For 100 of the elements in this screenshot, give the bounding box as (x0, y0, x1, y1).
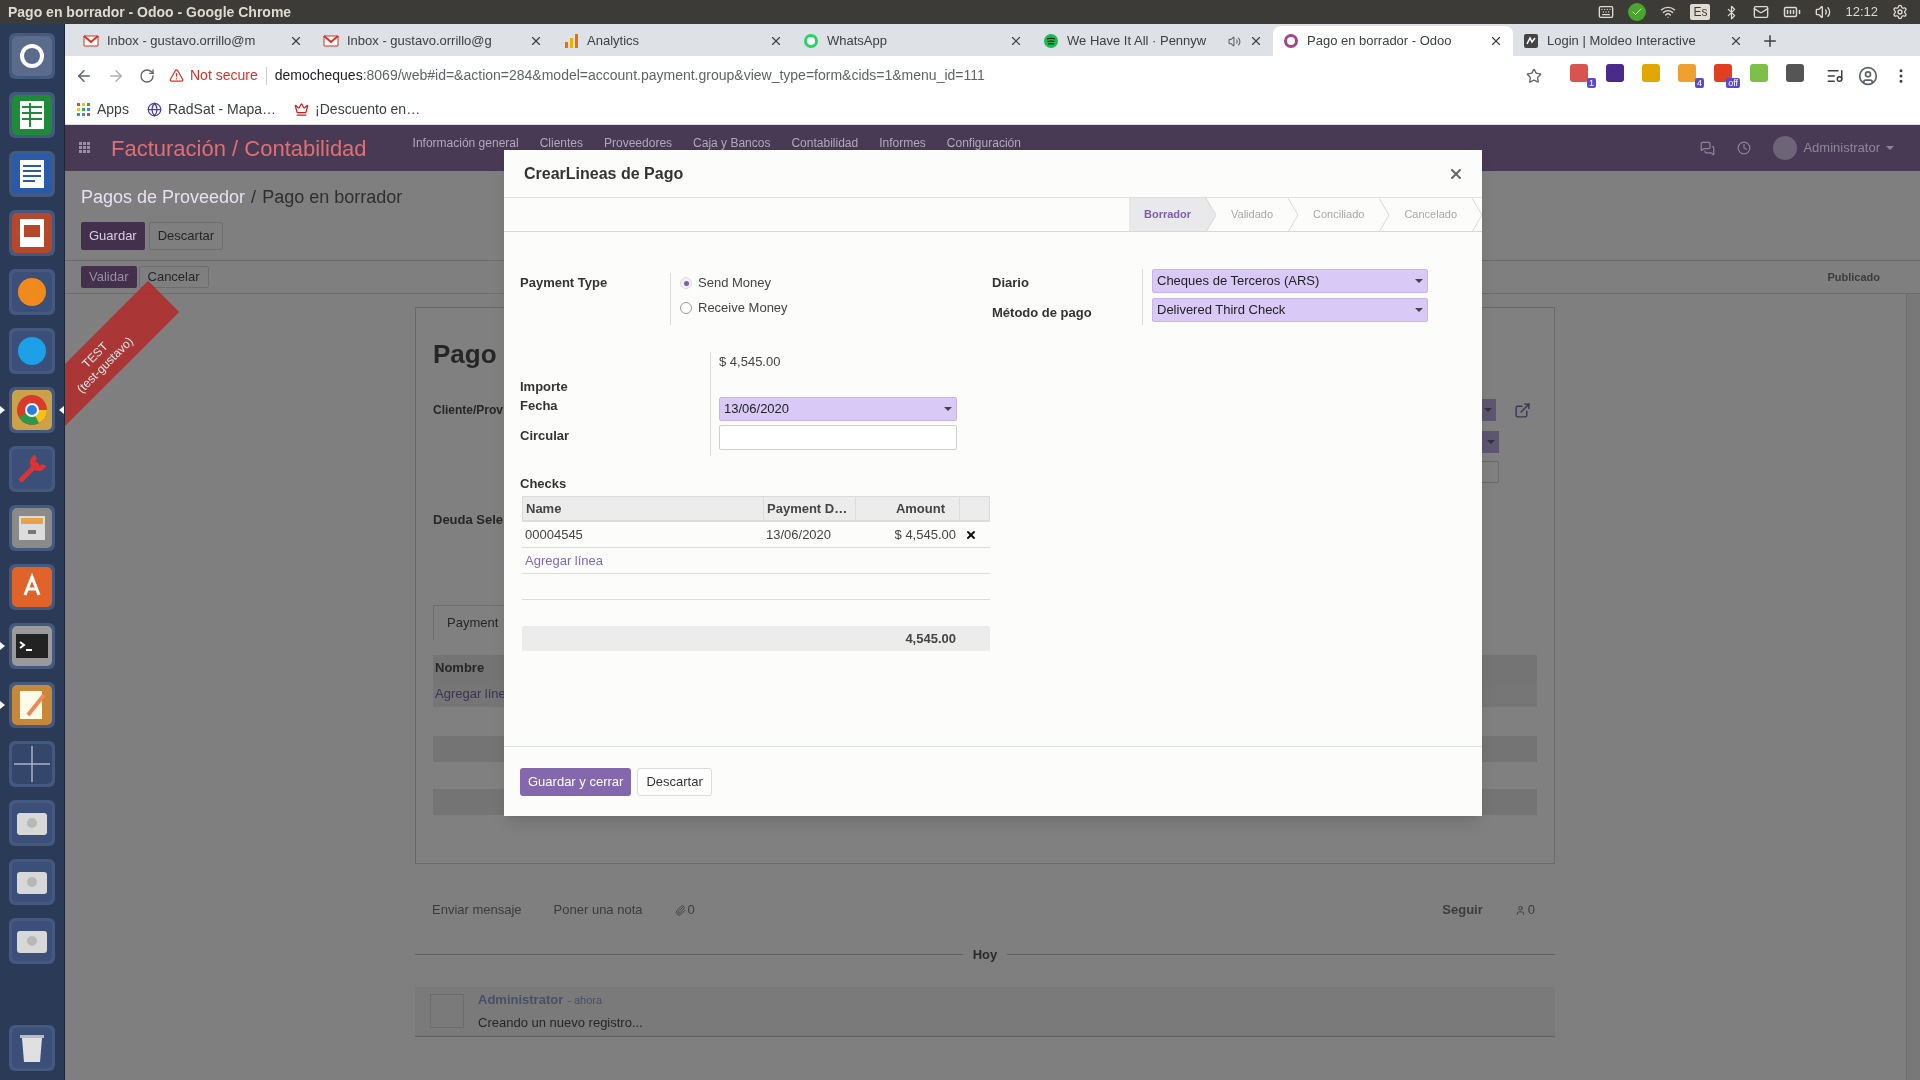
bookmark[interactable]: RadSat - Mapa… (146, 99, 277, 120)
table-cell-text: 00004545 (524, 525, 584, 544)
validate-button[interactable]: Validar (81, 266, 137, 288)
radio-option[interactable]: Send Money (680, 273, 788, 293)
wifi-icon[interactable] (1660, 4, 1677, 20)
browser-tab[interactable]: WhatsApp (793, 26, 1033, 56)
browser-tab[interactable]: We Have It All · Pennyw (1033, 26, 1273, 56)
notepad-icon[interactable] (8, 681, 56, 729)
bar-chart-icon (563, 33, 579, 49)
drive-icon[interactable] (8, 917, 56, 965)
close-tab-icon[interactable] (1249, 34, 1263, 48)
warning-icon (169, 68, 184, 83)
file-cabinet-icon[interactable] (8, 504, 56, 552)
amount-value: $ 4,545.00 (719, 354, 782, 370)
terminal-icon[interactable] (8, 622, 56, 670)
trash-icon[interactable] (8, 1024, 56, 1072)
input-field[interactable] (719, 425, 957, 450)
volume-icon[interactable] (1815, 4, 1832, 20)
radio-button[interactable] (680, 302, 692, 314)
keyboard-layout-indicator[interactable]: Es (1690, 4, 1711, 20)
section-label: Checks (520, 476, 568, 492)
field-label: Payment Type (520, 274, 609, 292)
mail-icon (83, 35, 99, 47)
bookmark-star-icon[interactable] (1526, 67, 1542, 84)
menu-item[interactable]: Contabilidad (791, 136, 859, 150)
close-tab-icon[interactable] (769, 34, 783, 48)
menu-item[interactable]: Clientes (539, 136, 583, 150)
clock-icon[interactable] (1737, 141, 1752, 155)
column-header: Nombre (435, 658, 485, 677)
dialog-title: CrearLineas de Pago (524, 163, 684, 184)
menu-item[interactable]: Informes (879, 136, 926, 150)
tab-title: Analytics (587, 32, 641, 51)
apps-grid-icon (77, 102, 91, 117)
delete-row-icon[interactable] (965, 528, 977, 541)
save-close-button[interactable]: Guardar y cerrar (520, 767, 632, 796)
add-line-link[interactable]: Agregar línea (525, 550, 604, 571)
browser-logo-icon[interactable] (8, 386, 56, 434)
app-title[interactable]: Facturación / Contabilidad (111, 131, 367, 165)
reload-icon[interactable] (139, 67, 155, 84)
mail-icon[interactable] (1753, 4, 1770, 20)
new-tab-icon[interactable] (1761, 32, 1779, 50)
globe-icon (146, 102, 162, 117)
tab-title: WhatsApp (827, 32, 888, 51)
circle-logo-icon (1043, 33, 1059, 49)
ubuntu-logo-icon[interactable] (8, 32, 56, 80)
bookmark[interactable]: ¡Descuento en… (294, 99, 421, 120)
browser-tab[interactable]: Inbox - gustavo.orrillo@m (73, 26, 313, 56)
chat-icon[interactable] (1700, 140, 1716, 156)
close-tab-icon[interactable] (1729, 34, 1743, 48)
document-icon[interactable] (8, 150, 56, 198)
window-title: Pago en borrador - Odoo - Google Chrome (8, 2, 292, 22)
discard-button[interactable]: Descartar (148, 222, 224, 250)
field-label: Diario (992, 274, 1030, 292)
menu-item[interactable]: Caja y Bancos (693, 136, 771, 150)
column-header[interactable]: Amount (856, 497, 960, 520)
status-label: Publicado (1827, 269, 1880, 285)
tools-icon[interactable] (8, 445, 56, 493)
clock-time[interactable]: 12:12 (1845, 2, 1878, 22)
shopping-bag-icon[interactable] (8, 563, 56, 611)
close-tab-icon[interactable] (1009, 34, 1023, 48)
profile-avatar-icon[interactable] (1858, 65, 1878, 86)
close-tab-icon[interactable] (289, 34, 303, 48)
drive-icon[interactable] (8, 799, 56, 847)
radio-option[interactable]: Receive Money (680, 298, 788, 318)
bookmark[interactable]: Apps (77, 99, 129, 120)
external-link-icon[interactable] (1514, 401, 1531, 419)
apps-grid-icon[interactable] (79, 142, 91, 154)
presentation-icon[interactable] (8, 209, 56, 257)
chat-logo-icon[interactable] (8, 327, 56, 375)
drive-icon[interactable] (8, 858, 56, 906)
field-label: Deuda Sele (433, 511, 504, 529)
column-header[interactable]: Name (523, 497, 764, 520)
menu-item[interactable]: Configuración (946, 136, 1021, 150)
settings-icon[interactable] (1892, 4, 1908, 20)
tab-title: Inbox - gustavo.orrillo@m (107, 32, 257, 51)
save-button[interactable]: Guardar (81, 222, 145, 250)
close-tab-icon[interactable] (1489, 34, 1503, 48)
date-field[interactable]: 13/06/2020 (719, 397, 957, 421)
close-tab-icon[interactable] (529, 34, 543, 48)
discard-button[interactable]: Descartar (637, 767, 712, 796)
browser-tab[interactable]: Inbox - gustavo.orrillo@g (313, 26, 553, 56)
address-bar[interactable]: Not secure democheques:8069/web#id=&action=284&model=account.payment.group&view_type=form&cids=1&menu_id=111 (169, 60, 1542, 91)
menu-item[interactable]: Proveedores (604, 136, 673, 150)
browser-tab[interactable]: Analytics (553, 26, 793, 56)
field-label: Fecha (520, 397, 559, 415)
keyboard-icon[interactable] (1598, 4, 1615, 20)
speaker-icon[interactable] (1228, 34, 1241, 48)
browser-tab[interactable]: Login | Moldeo Interactive (1513, 26, 1753, 56)
check-status-icon[interactable] (1628, 3, 1647, 21)
menu-item[interactable]: Información general (412, 136, 519, 150)
tab-title: Pago en borrador - Odoo (1307, 32, 1453, 51)
browser-tab[interactable]: Pago en borrador - Odoo (1273, 26, 1513, 56)
select-field[interactable]: Cheques de Terceros (ARS) (1152, 269, 1428, 293)
column-header[interactable]: Payment D… (764, 497, 856, 520)
workspaces-icon[interactable] (8, 740, 56, 788)
browser-globe-icon[interactable] (8, 268, 56, 316)
select-field[interactable]: Delivered Third Check (1152, 298, 1428, 322)
spreadsheet-icon[interactable] (8, 91, 56, 139)
url-text: democheques:8069/web#id=&action=284&model=account.payment.group&view_type=form&cids=1&menu_id=111 (274, 66, 985, 85)
record-title: Pago (433, 338, 497, 371)
